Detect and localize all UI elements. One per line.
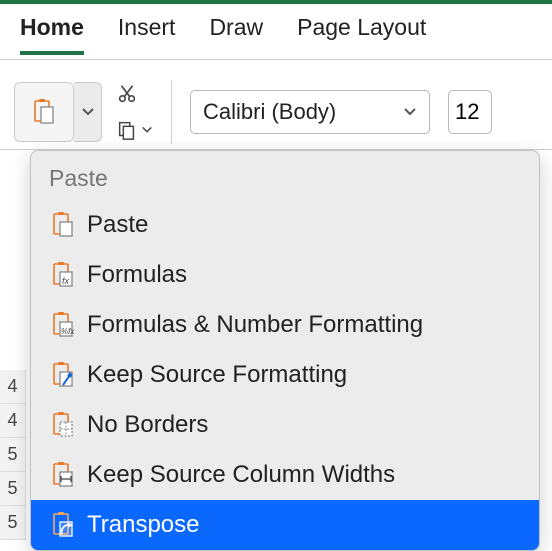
row-headers: 4 4 5 5 5 bbox=[0, 370, 26, 540]
tab-draw[interactable]: Draw bbox=[209, 14, 263, 51]
tab-home[interactable]: Home bbox=[20, 14, 84, 55]
clipboard-noborders-icon bbox=[49, 411, 77, 439]
menu-item-formulas-number-format[interactable]: %fx Formulas & Number Formatting bbox=[31, 300, 539, 350]
clipboard-paste-icon bbox=[49, 211, 77, 239]
menu-item-label: Keep Source Column Widths bbox=[87, 461, 395, 489]
font-size-select[interactable]: 12 bbox=[448, 90, 492, 134]
menu-item-label: No Borders bbox=[87, 411, 208, 439]
clipboard-formula-icon: fx bbox=[49, 261, 77, 289]
menu-item-transpose[interactable]: Transpose bbox=[31, 500, 539, 550]
svg-text:fx: fx bbox=[62, 276, 70, 286]
copy-icon bbox=[116, 119, 138, 141]
font-family-select[interactable]: Calibri (Body) bbox=[190, 90, 430, 134]
cut-button[interactable] bbox=[116, 80, 153, 108]
chevron-down-icon bbox=[403, 107, 417, 117]
copy-button[interactable] bbox=[116, 116, 153, 144]
row-header[interactable]: 5 bbox=[0, 506, 26, 540]
menu-item-label: Transpose bbox=[87, 511, 200, 539]
paste-button[interactable] bbox=[14, 82, 74, 142]
clipboard-transpose-icon bbox=[49, 511, 77, 539]
tab-insert[interactable]: Insert bbox=[118, 14, 176, 51]
menu-item-label: Keep Source Formatting bbox=[87, 361, 347, 389]
scissors-icon bbox=[116, 83, 138, 105]
menu-section-header: Paste bbox=[31, 151, 539, 200]
row-header[interactable]: 5 bbox=[0, 472, 26, 506]
row-header[interactable]: 5 bbox=[0, 438, 26, 472]
menu-item-label: Paste bbox=[87, 211, 148, 239]
paste-options-menu: Paste Paste fx Formulas %fx Formulas & N… bbox=[30, 150, 540, 551]
chevron-down-icon bbox=[81, 107, 95, 117]
svg-text:%fx: %fx bbox=[61, 327, 75, 336]
menu-item-label: Formulas & Number Formatting bbox=[87, 311, 423, 339]
menu-item-paste[interactable]: Paste bbox=[31, 200, 539, 250]
font-size-value: 12 bbox=[455, 99, 479, 125]
ribbon: Calibri (Body) 12 bbox=[0, 60, 552, 150]
clipboard-paste-icon bbox=[30, 98, 58, 126]
row-header[interactable]: 4 bbox=[0, 404, 26, 438]
menu-item-keep-source-formatting[interactable]: Keep Source Formatting bbox=[31, 350, 539, 400]
menu-item-keep-column-widths[interactable]: Keep Source Column Widths bbox=[31, 450, 539, 500]
clipboard-width-icon bbox=[49, 461, 77, 489]
ribbon-tabs: Home Insert Draw Page Layout bbox=[0, 4, 552, 60]
clipboard-brush-icon bbox=[49, 361, 77, 389]
menu-item-formulas[interactable]: fx Formulas bbox=[31, 250, 539, 300]
menu-item-label: Formulas bbox=[87, 261, 187, 289]
menu-item-no-borders[interactable]: No Borders bbox=[31, 400, 539, 450]
row-header[interactable]: 4 bbox=[0, 370, 26, 404]
chevron-down-icon bbox=[141, 125, 153, 135]
clipboard-percent-icon: %fx bbox=[49, 311, 77, 339]
tab-page-layout[interactable]: Page Layout bbox=[297, 14, 426, 51]
paste-dropdown[interactable] bbox=[74, 82, 102, 142]
font-family-value: Calibri (Body) bbox=[203, 99, 336, 125]
